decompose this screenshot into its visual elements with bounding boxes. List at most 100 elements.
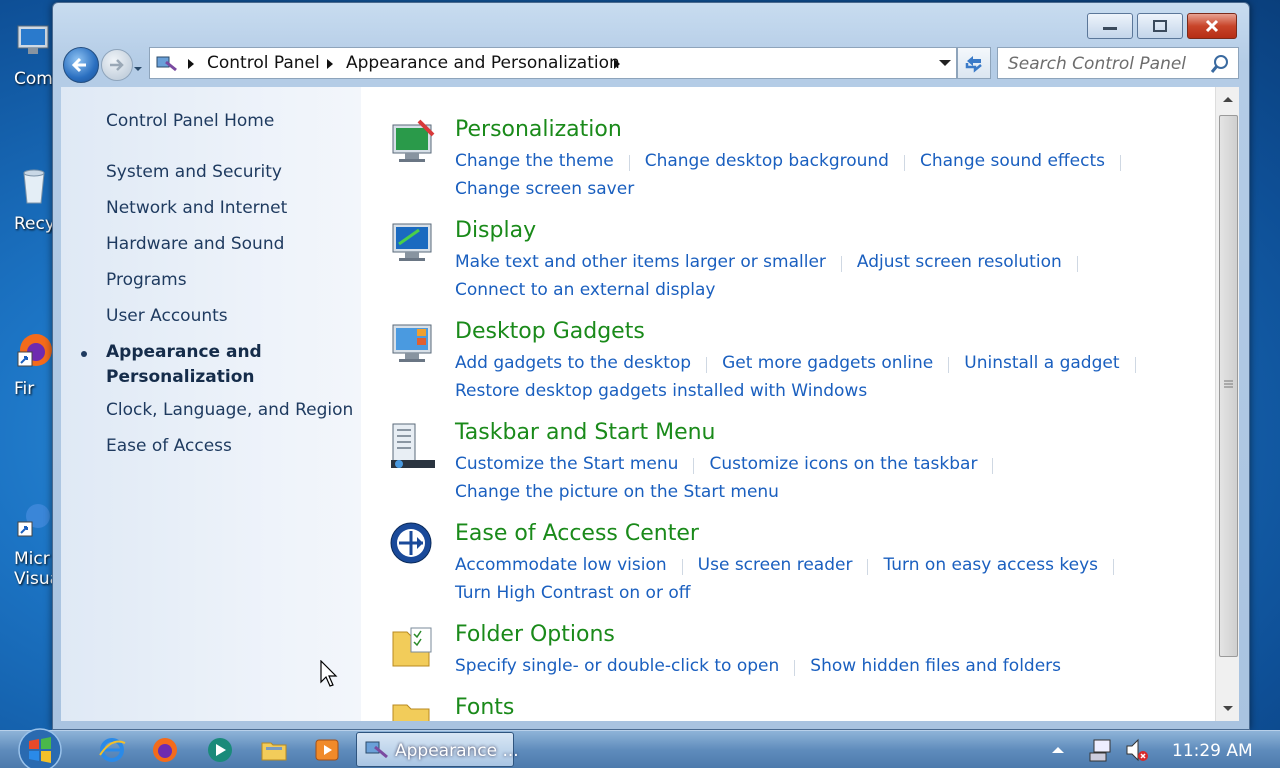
search-icon[interactable] xyxy=(1210,54,1230,74)
link-screen-resolution[interactable]: Adjust screen resolution xyxy=(857,252,1062,272)
address-bar[interactable]: Control Panel Appearance and Personaliza… xyxy=(149,47,957,79)
link-add-gadgets[interactable]: Add gadgets to the desktop xyxy=(455,353,691,373)
back-button[interactable] xyxy=(63,47,99,83)
control-panel-icon xyxy=(156,56,177,72)
close-button[interactable] xyxy=(1187,13,1237,39)
nav-user-accounts[interactable]: User Accounts xyxy=(106,306,228,326)
category-title[interactable]: Desktop Gadgets xyxy=(455,319,645,344)
fonts-icon xyxy=(392,704,430,721)
desktop-icon-computer[interactable]: Com xyxy=(0,20,60,89)
search-box[interactable] xyxy=(997,47,1239,79)
display-icon xyxy=(392,223,432,261)
link-single-double-click[interactable]: Specify single- or double-click to open xyxy=(455,656,779,676)
close-icon xyxy=(1205,19,1219,33)
desktop-icon-label: Micr xyxy=(14,549,50,569)
nav-programs[interactable]: Programs xyxy=(106,270,187,290)
media-player-icon[interactable] xyxy=(312,735,342,765)
nav-appearance-active: Personalization xyxy=(106,367,255,387)
link-change-sound-effects[interactable]: Change sound effects xyxy=(920,151,1105,171)
nav-system-and-security[interactable]: System and Security xyxy=(106,162,282,182)
taskbar: Appearance ... 11:29 AM xyxy=(0,727,1280,768)
link-text-size[interactable]: Make text and other items larger or smal… xyxy=(455,252,826,272)
desktop-icon-firefox[interactable]: Fir xyxy=(0,330,60,399)
scroll-up-icon[interactable] xyxy=(1222,95,1234,103)
link-start-menu-picture[interactable]: Change the picture on the Start menu xyxy=(455,482,779,502)
link-restore-gadgets[interactable]: Restore desktop gadgets installed with W… xyxy=(455,381,867,401)
vertical-scrollbar[interactable] xyxy=(1215,87,1239,721)
arrow-left-icon xyxy=(71,57,86,73)
left-navigation-pane: Control Panel Home System and Security N… xyxy=(61,87,361,721)
control-panel-window: Control Panel Appearance and Personaliza… xyxy=(52,2,1250,730)
network-icon[interactable] xyxy=(1088,737,1114,763)
show-hidden-icons-button[interactable] xyxy=(1051,745,1065,755)
refresh-button[interactable] xyxy=(957,47,991,79)
refresh-icon xyxy=(965,56,982,73)
minimize-icon xyxy=(1103,27,1117,30)
computer-icon xyxy=(17,25,49,54)
link-hidden-files[interactable]: Show hidden files and folders xyxy=(810,656,1061,676)
maximize-icon xyxy=(1153,20,1167,32)
nav-hardware-and-sound[interactable]: Hardware and Sound xyxy=(106,234,284,254)
link-screen-reader[interactable]: Use screen reader xyxy=(698,555,853,575)
breadcrumb-separator[interactable] xyxy=(614,59,620,69)
taskbar-window-label: Appearance ... xyxy=(395,741,519,761)
mouse-cursor-icon xyxy=(320,660,338,687)
main-content: Personalization Change the theme Change … xyxy=(361,87,1215,721)
desktop-icon-label: Fir xyxy=(14,379,35,399)
chevron-down-icon[interactable] xyxy=(938,58,952,68)
volume-muted-icon[interactable] xyxy=(1124,737,1150,763)
nav-ease-of-access[interactable]: Ease of Access xyxy=(106,436,232,456)
maximize-button[interactable] xyxy=(1137,13,1183,39)
link-change-desktop-background[interactable]: Change desktop background xyxy=(645,151,889,171)
personalization-icon xyxy=(392,119,435,162)
link-customize-taskbar-icons[interactable]: Customize icons on the taskbar xyxy=(709,454,977,474)
scroll-down-icon[interactable] xyxy=(1222,705,1234,713)
system-clock[interactable]: 11:29 AM xyxy=(1172,741,1253,761)
breadcrumb-appearance[interactable]: Appearance and Personalization xyxy=(346,53,620,73)
link-high-contrast[interactable]: Turn High Contrast on or off xyxy=(455,583,690,603)
category-title[interactable]: Ease of Access Center xyxy=(455,521,699,546)
desktop-icon-recycle-bin[interactable]: Recy xyxy=(0,165,60,234)
recent-pages-dropdown[interactable] xyxy=(133,59,143,71)
active-bullet xyxy=(81,351,87,357)
file-explorer-icon[interactable] xyxy=(259,735,289,765)
link-more-gadgets[interactable]: Get more gadgets online xyxy=(722,353,933,373)
breadcrumb-separator[interactable] xyxy=(188,59,194,69)
taskbar-icon xyxy=(391,423,435,468)
breadcrumb-control-panel[interactable]: Control Panel xyxy=(207,53,320,73)
forward-button[interactable] xyxy=(101,49,133,81)
category-title[interactable]: Folder Options xyxy=(455,622,615,647)
category-title[interactable]: Display xyxy=(455,218,536,243)
scroll-thumb[interactable] xyxy=(1219,115,1238,657)
firefox-icon[interactable] xyxy=(150,735,180,765)
link-easy-access-keys[interactable]: Turn on easy access keys xyxy=(883,555,1098,575)
visual-studio-icon xyxy=(17,504,50,537)
desktop-icon-label: Recy xyxy=(14,214,55,234)
link-change-theme[interactable]: Change the theme xyxy=(455,151,614,171)
link-low-vision[interactable]: Accommodate low vision xyxy=(455,555,667,575)
taskbar-window-button[interactable]: Appearance ... xyxy=(356,732,519,767)
category-title[interactable]: Fonts xyxy=(455,695,514,720)
breadcrumb-separator[interactable] xyxy=(327,59,333,69)
desktop-icon-label: Com xyxy=(14,69,53,89)
media-center-icon[interactable] xyxy=(205,735,235,765)
firefox-icon xyxy=(17,334,52,367)
minimize-button[interactable] xyxy=(1087,13,1133,39)
control-panel-icon xyxy=(365,741,388,759)
link-change-screen-saver[interactable]: Change screen saver xyxy=(455,179,634,199)
link-uninstall-gadget[interactable]: Uninstall a gadget xyxy=(964,353,1119,373)
link-customize-start-menu[interactable]: Customize the Start menu xyxy=(455,454,678,474)
start-button[interactable] xyxy=(15,727,65,768)
desktop-icon-visual-studio[interactable]: Micr Visual xyxy=(0,500,60,589)
category-title[interactable]: Personalization xyxy=(455,117,622,142)
desktop-icon-label: Visual xyxy=(14,569,58,589)
search-input[interactable] xyxy=(1006,52,1210,76)
nav-control-panel-home[interactable]: Control Panel Home xyxy=(106,111,274,131)
category-title[interactable]: Taskbar and Start Menu xyxy=(455,420,716,445)
nav-clock-language-region[interactable]: Clock, Language, and Region xyxy=(106,400,353,420)
internet-explorer-icon[interactable] xyxy=(97,735,127,765)
folder-options-icon xyxy=(392,627,432,667)
link-external-display[interactable]: Connect to an external display xyxy=(455,280,715,300)
nav-network-and-internet[interactable]: Network and Internet xyxy=(106,198,287,218)
nav-appearance-active: Appearance and xyxy=(106,342,262,362)
